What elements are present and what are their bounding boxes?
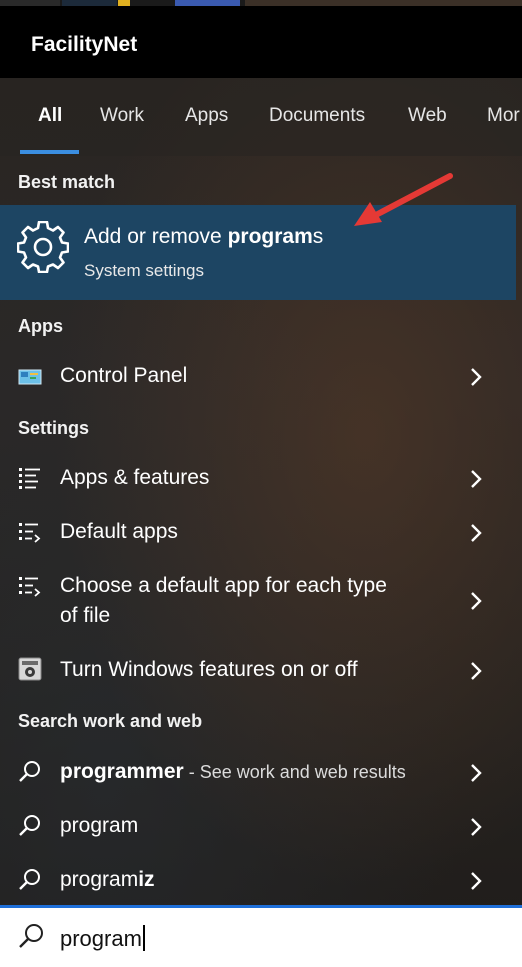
tab-apps[interactable]: Apps [185,105,228,127]
best-match-subtitle: System settings [84,261,204,280]
tab-all[interactable]: All [38,105,62,127]
list-item-default-app-by-type[interactable]: Choose a default app for each type of fi… [0,568,516,634]
chevron-right-icon [471,872,482,890]
annotation-arrow [354,173,453,226]
chevron-right-icon [471,764,482,782]
text-caret [142,925,145,951]
tab-web[interactable]: Web [408,105,447,127]
windows-features-label: Turn Windows features on or off [60,658,358,681]
web-result-label: programiz [60,868,155,891]
chevron-right-icon [471,470,482,488]
apps-heading: Apps [18,316,63,336]
apps-features-label: Apps & features [60,466,210,489]
list-item-apps-features[interactable]: Apps & features [0,460,516,498]
search-box[interactable]: program [0,905,522,967]
default-app-by-type-label-line1: Choose a default app for each type [60,574,387,597]
web-result-programmer[interactable]: programmer - See work and web results [0,754,516,792]
list-item-windows-features[interactable]: Turn Windows features on or off [0,652,516,690]
search-web-heading: Search work and web [18,711,203,731]
search-icon [19,869,40,890]
search-tabs: All Work Apps Documents Web Mor [0,78,522,156]
settings-heading: Settings [18,418,90,438]
list-arrow-icon [19,577,41,597]
search-input[interactable]: program [60,925,145,952]
web-result-programiz[interactable]: programiz [0,862,516,900]
active-tab-indicator [20,150,79,154]
tab-documents[interactable]: Documents [269,105,365,127]
web-result-label: program [60,814,139,837]
list-arrow-icon [19,523,41,543]
gear-icon [17,221,69,273]
chevron-right-icon [471,524,482,542]
chevron-right-icon [471,368,482,386]
search-icon [19,924,43,948]
control-panel-icon [18,369,42,385]
title-bar: FacilityNet [0,6,522,78]
best-match-heading: Best match [18,172,116,192]
chevron-right-icon [471,818,482,836]
windows-features-icon [18,657,42,681]
default-apps-label: Default apps [60,520,178,543]
search-icon [19,815,40,836]
list-item-default-apps[interactable]: Default apps [0,514,516,552]
web-result-label: programmer - See work and web results [60,760,406,783]
search-icon [19,761,40,782]
tab-work[interactable]: Work [100,105,144,127]
list-icon [19,468,40,489]
chevron-right-icon [471,592,482,610]
default-app-by-type-label-line2: of file [60,604,111,627]
chevron-right-icon [471,662,482,680]
tab-more[interactable]: Mor [487,105,520,127]
best-match-title: Add or remove programs [84,225,324,248]
control-panel-label: Control Panel [60,364,188,387]
app-title: FacilityNet [31,33,138,56]
list-item-control-panel[interactable]: Control Panel [0,358,516,396]
web-result-program[interactable]: program [0,808,516,846]
